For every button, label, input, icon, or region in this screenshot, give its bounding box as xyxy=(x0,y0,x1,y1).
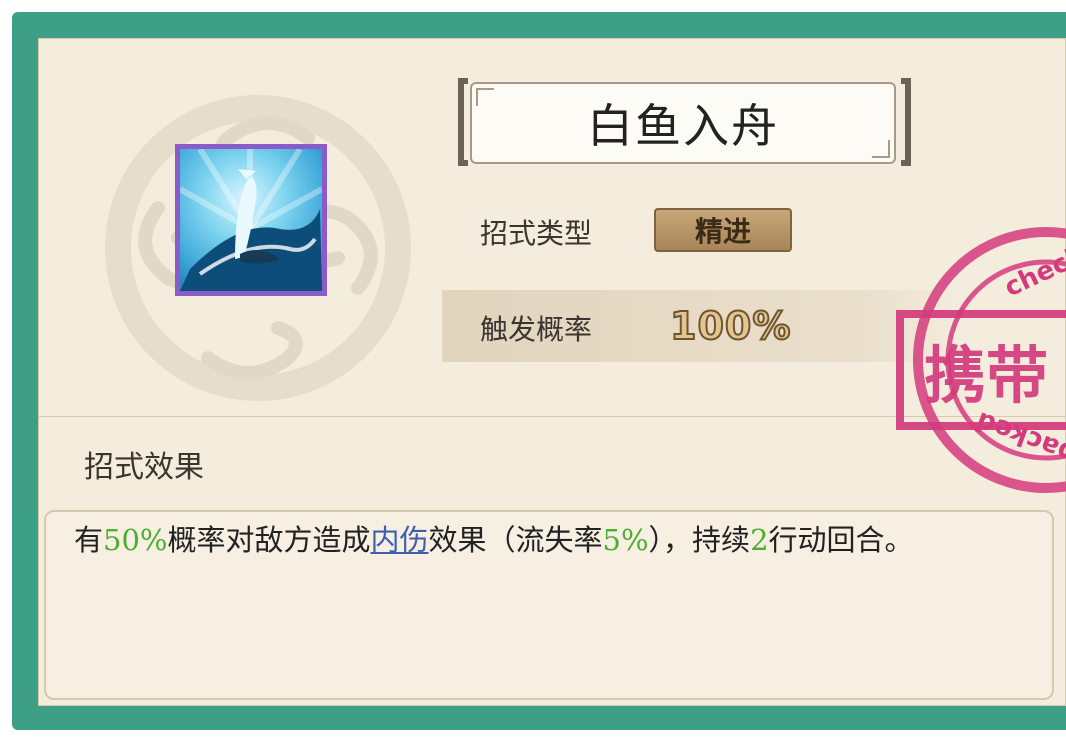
effect-text-4: ），持续 xyxy=(648,523,751,557)
skill-name: 白鱼入舟 xyxy=(587,99,779,153)
title-bracket-left xyxy=(458,78,468,166)
stamp-ring-text-top: check xyxy=(1000,240,1066,303)
leaping-fish-icon xyxy=(180,149,322,291)
effect-description: 有50%概率对敌方造成内伤效果（流失率5%），持续2行动回合。 xyxy=(74,520,1004,560)
skill-icon[interactable] xyxy=(175,144,327,296)
effect-text-2: 概率对敌方造成 xyxy=(167,523,371,557)
rate-value: 100% xyxy=(669,303,792,349)
rate-label: 触发概率 xyxy=(480,313,593,346)
effect-text-5: 行动回合。 xyxy=(768,523,914,557)
internal-injury-link[interactable]: 内伤 xyxy=(371,523,429,557)
effect-loss-rate-value: 5% xyxy=(602,523,649,557)
stamp-label: 携带 xyxy=(896,310,1066,430)
effect-text-3: 效果（流失率 xyxy=(428,523,603,557)
type-badge: 精进 xyxy=(654,208,792,252)
skill-title-box: 白鱼入舟 xyxy=(470,82,896,164)
effect-text-1: 有 xyxy=(74,523,104,557)
title-bracket-right xyxy=(901,78,911,166)
type-label: 招式类型 xyxy=(480,217,593,250)
skill-detail-panel: 白鱼入舟 招式类型 精进 触发概率 100% 招式效果 有50%概率对敌方造成内… xyxy=(38,38,1066,706)
effect-chance-value: 50% xyxy=(103,523,168,557)
effect-title: 招式效果 xyxy=(84,450,204,485)
effect-duration-value: 2 xyxy=(750,523,769,557)
